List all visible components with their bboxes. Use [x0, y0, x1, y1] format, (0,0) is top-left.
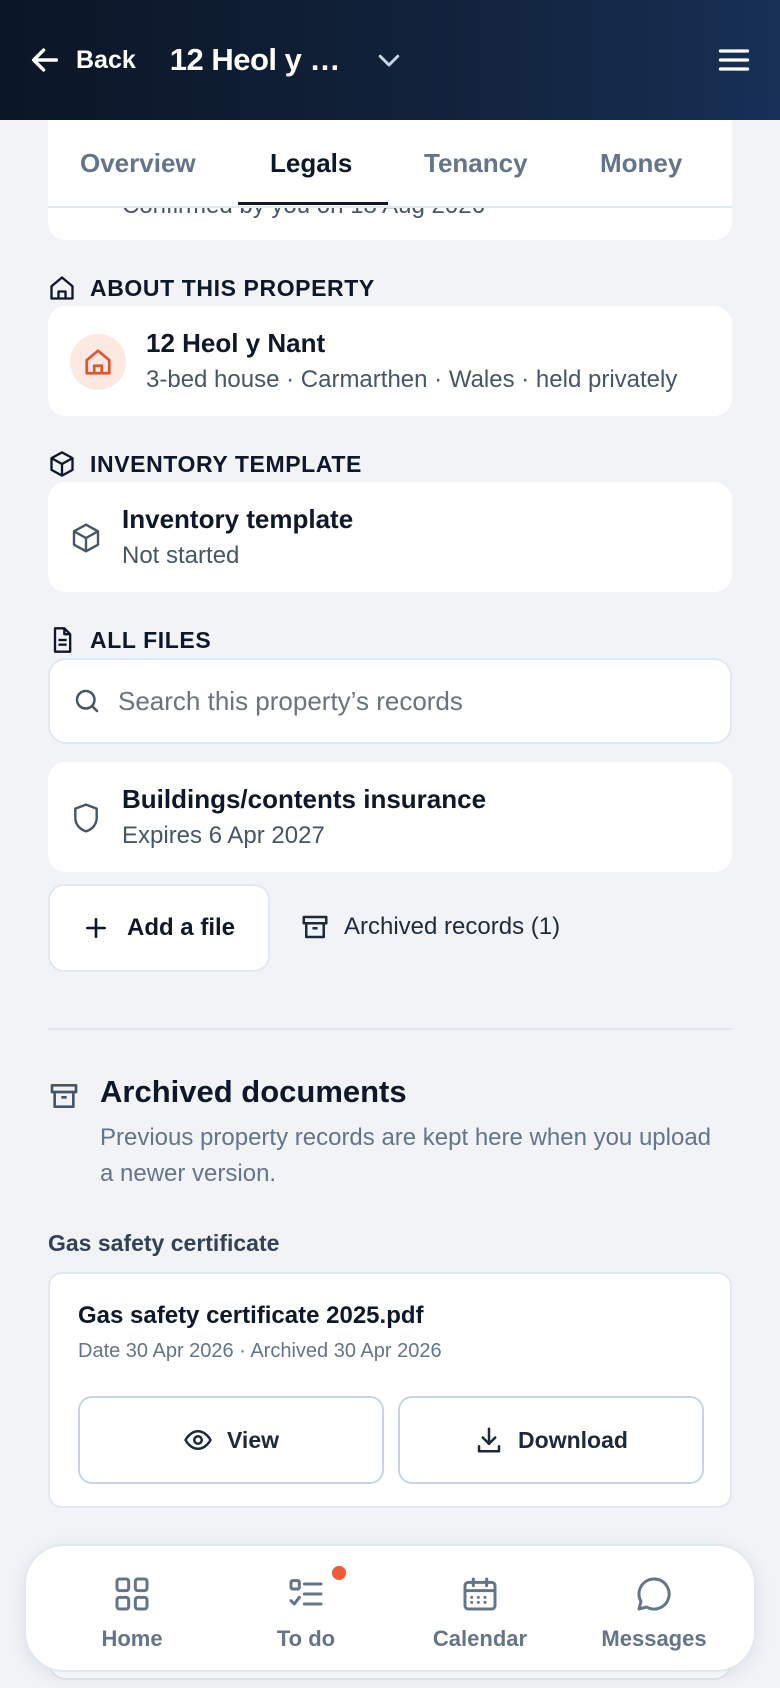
archive-icon [302, 915, 328, 939]
bottom-navigation: Home To do Calendar Messages [24, 1544, 756, 1672]
about-section-label: ABOUT THIS PROPERTY [48, 274, 375, 302]
tab-legals[interactable]: Legals [270, 148, 352, 179]
document-icon [53, 627, 72, 653]
about-label-text: ABOUT THIS PROPERTY [90, 274, 375, 301]
records-search[interactable] [48, 658, 732, 744]
chevron-down-icon[interactable] [374, 45, 404, 75]
archived-description: Previous property records are kept here … [100, 1124, 712, 1187]
file-expiry: Expires 6 Apr 2027 [122, 822, 325, 849]
inventory-card[interactable]: Inventory template Not started [48, 482, 732, 592]
property-details: 3-bed house · Carmarthen · Wales · held … [146, 366, 678, 393]
property-title: 12 Heol y … [169, 42, 341, 77]
property-card[interactable]: 12 Heol y Nant 3-bed house · Carmarthen … [48, 306, 732, 416]
archived-records-label: Archived records (1) [344, 913, 561, 940]
nav-calendar[interactable]: Calendar [400, 1546, 560, 1674]
calendar-icon [463, 1577, 497, 1611]
property-name: 12 Heol y Nant [146, 328, 326, 358]
view-button[interactable]: View [78, 1396, 384, 1484]
view-label: View [227, 1426, 279, 1453]
arrow-left-icon [31, 48, 59, 72]
files-label-text: ALL FILES [90, 626, 212, 653]
plus-icon [86, 918, 106, 938]
tab-money[interactable]: Money [600, 148, 682, 179]
archive-group-label: Gas safety certificate [48, 1230, 280, 1256]
file-title: Buildings/contents insurance [122, 784, 487, 814]
section-divider [48, 1028, 732, 1030]
box-icon [72, 523, 100, 553]
checklist-icon [289, 1579, 323, 1606]
nav-calendar-label: Calendar [432, 1626, 528, 1651]
nav-messages[interactable]: Messages [574, 1546, 734, 1674]
property-badge [70, 334, 126, 390]
document-meta: Date 30 Apr 2026 · Archived 30 Apr 2026 [78, 1340, 442, 1362]
inventory-status: Not started [122, 542, 240, 569]
search-icon [75, 689, 99, 713]
document-name: Gas safety certificate 2025.pdf [78, 1302, 424, 1329]
chat-icon [637, 1577, 671, 1611]
nav-todo-label: To do [276, 1626, 336, 1651]
todo-badge-dot [332, 1566, 346, 1580]
nav-home-label: Home [101, 1626, 163, 1651]
files-section-label: ALL FILES [48, 626, 211, 654]
inventory-title: Inventory template [122, 504, 354, 534]
download-icon [477, 1427, 501, 1453]
top-header: Back 12 Heol y … [0, 0, 780, 120]
archive-icon [50, 1084, 78, 1108]
archived-header [48, 1074, 80, 1112]
home-icon [50, 276, 74, 300]
search-input[interactable] [118, 685, 678, 717]
add-file-button[interactable]: Add a file [48, 884, 270, 972]
inventory-label-text: INVENTORY TEMPLATE [90, 450, 362, 477]
tab-bar: Overview Legals Tenancy Money [48, 120, 732, 208]
inventory-section-label: INVENTORY TEMPLATE [48, 450, 362, 478]
nav-home[interactable]: Home [52, 1546, 212, 1674]
nav-todo[interactable]: To do [226, 1546, 386, 1674]
eye-icon [184, 1429, 212, 1451]
insurance-file-card[interactable]: Buildings/contents insurance Expires 6 A… [48, 762, 732, 872]
back-button[interactable]: Back [28, 43, 136, 77]
box-icon [50, 451, 74, 477]
active-tab-indicator [238, 202, 388, 205]
back-label: Back [76, 45, 136, 74]
download-button[interactable]: Download [398, 1396, 704, 1484]
house-icon [85, 349, 111, 375]
nav-messages-label: Messages [601, 1626, 707, 1651]
shield-icon [74, 803, 98, 833]
tab-overview[interactable]: Overview [80, 148, 196, 179]
download-label: Download [518, 1426, 628, 1453]
tab-tenancy[interactable]: Tenancy [424, 148, 528, 179]
archived-records-link[interactable]: Archived records (1) [300, 912, 560, 942]
add-file-label: Add a file [126, 914, 235, 941]
archived-title: Archived documents [100, 1074, 407, 1109]
grid-icon [115, 1577, 149, 1611]
hamburger-menu-icon[interactable] [716, 42, 752, 78]
archived-document-card: Gas safety certificate 2025.pdf Date 30 … [48, 1272, 732, 1508]
